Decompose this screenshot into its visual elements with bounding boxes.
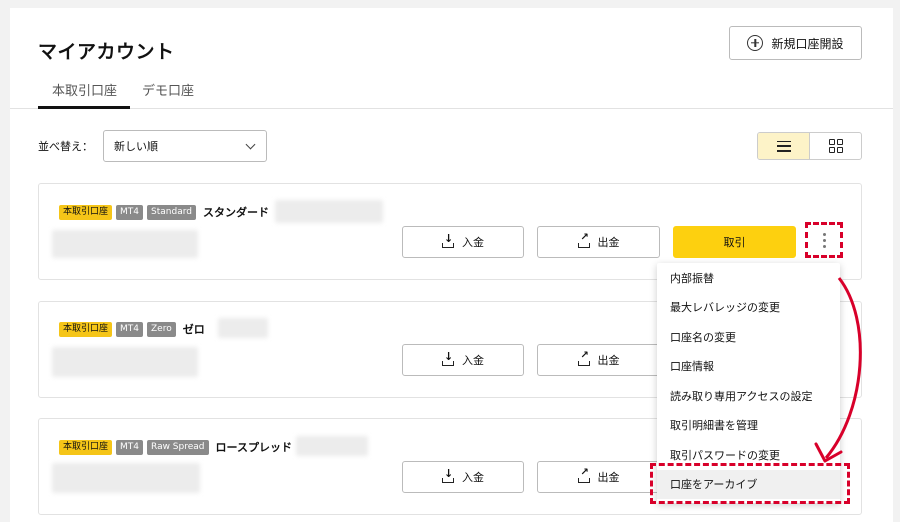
trade-button[interactable]: 取引 <box>673 226 796 258</box>
view-toggle <box>757 132 862 160</box>
account-name: ロースプレッド <box>215 441 292 454</box>
sort-select[interactable]: 新しい順 <box>103 130 267 162</box>
trade-label: 取引 <box>723 236 746 249</box>
grid-view-button[interactable] <box>810 133 861 159</box>
tab-live-accounts[interactable]: 本取引口座 <box>52 80 117 99</box>
menu-item-manage-statements[interactable]: 取引明細書を管理 <box>657 411 840 441</box>
deposit-label: 入金 <box>462 236 484 249</box>
menu-item-read-only-access[interactable]: 読み取り専用アクセスの設定 <box>657 381 840 411</box>
withdraw-button[interactable]: 出金 <box>537 461 660 493</box>
account-name: ゼロ <box>182 323 205 336</box>
deposit-button[interactable]: 入金 <box>402 226 524 258</box>
redacted-balance <box>52 463 200 493</box>
sort-label: 並べ替え： <box>38 140 93 153</box>
redacted-account-id <box>296 436 368 456</box>
upload-icon <box>577 467 590 483</box>
redacted-balance <box>52 230 198 258</box>
page-title: マイアカウント <box>38 41 175 63</box>
active-tab-indicator <box>38 106 130 109</box>
tab-demo-accounts[interactable]: デモ口座 <box>142 80 194 99</box>
upload-icon <box>577 232 590 248</box>
withdraw-label: 出金 <box>597 354 620 367</box>
upload-icon <box>577 350 590 366</box>
download-icon <box>442 350 454 366</box>
account-type-badge: 本取引口座 <box>59 439 113 455</box>
platform-badge: MT4 <box>116 439 144 455</box>
list-view-icon <box>776 140 791 152</box>
menu-item-rename-account[interactable]: 口座名の変更 <box>657 322 840 352</box>
redacted-balance <box>52 347 198 377</box>
withdraw-button[interactable]: 出金 <box>537 226 660 258</box>
download-icon <box>442 467 454 483</box>
redacted-account-id <box>218 318 268 338</box>
plan-badge: Raw Spread <box>147 439 209 455</box>
download-icon <box>442 232 454 248</box>
withdraw-label: 出金 <box>597 471 620 484</box>
new-account-label: 新規口座開設 <box>771 36 844 51</box>
sort-selected-value: 新しい順 <box>114 140 158 153</box>
menu-item-internal-transfer[interactable]: 内部振替 <box>657 263 840 293</box>
deposit-label: 入金 <box>462 354 484 367</box>
tab-divider <box>10 108 893 109</box>
redacted-account-id <box>275 200 383 223</box>
platform-badge: MT4 <box>116 204 144 220</box>
account-type-badge: 本取引口座 <box>59 321 113 337</box>
grid-view-icon <box>828 139 843 153</box>
plus-circle-icon <box>747 35 764 51</box>
deposit-button[interactable]: 入金 <box>402 344 524 376</box>
list-view-button[interactable] <box>758 133 810 159</box>
new-account-button[interactable]: 新規口座開設 <box>729 26 862 60</box>
chevron-down-icon <box>245 139 256 150</box>
menu-item-account-info[interactable]: 口座情報 <box>657 352 840 382</box>
withdraw-button[interactable]: 出金 <box>537 344 660 376</box>
plan-badge: Standard <box>147 204 196 220</box>
highlight-box-kebab <box>805 222 843 258</box>
withdraw-label: 出金 <box>597 236 620 249</box>
highlight-box-archive <box>650 463 850 504</box>
account-type-badge: 本取引口座 <box>59 204 113 220</box>
account-name: スタンダード <box>202 206 269 219</box>
deposit-label: 入金 <box>462 471 484 484</box>
platform-badge: MT4 <box>116 321 144 337</box>
menu-item-change-leverage[interactable]: 最大レバレッジの変更 <box>657 293 840 323</box>
deposit-button[interactable]: 入金 <box>402 461 524 493</box>
plan-badge: Zero <box>147 321 176 337</box>
